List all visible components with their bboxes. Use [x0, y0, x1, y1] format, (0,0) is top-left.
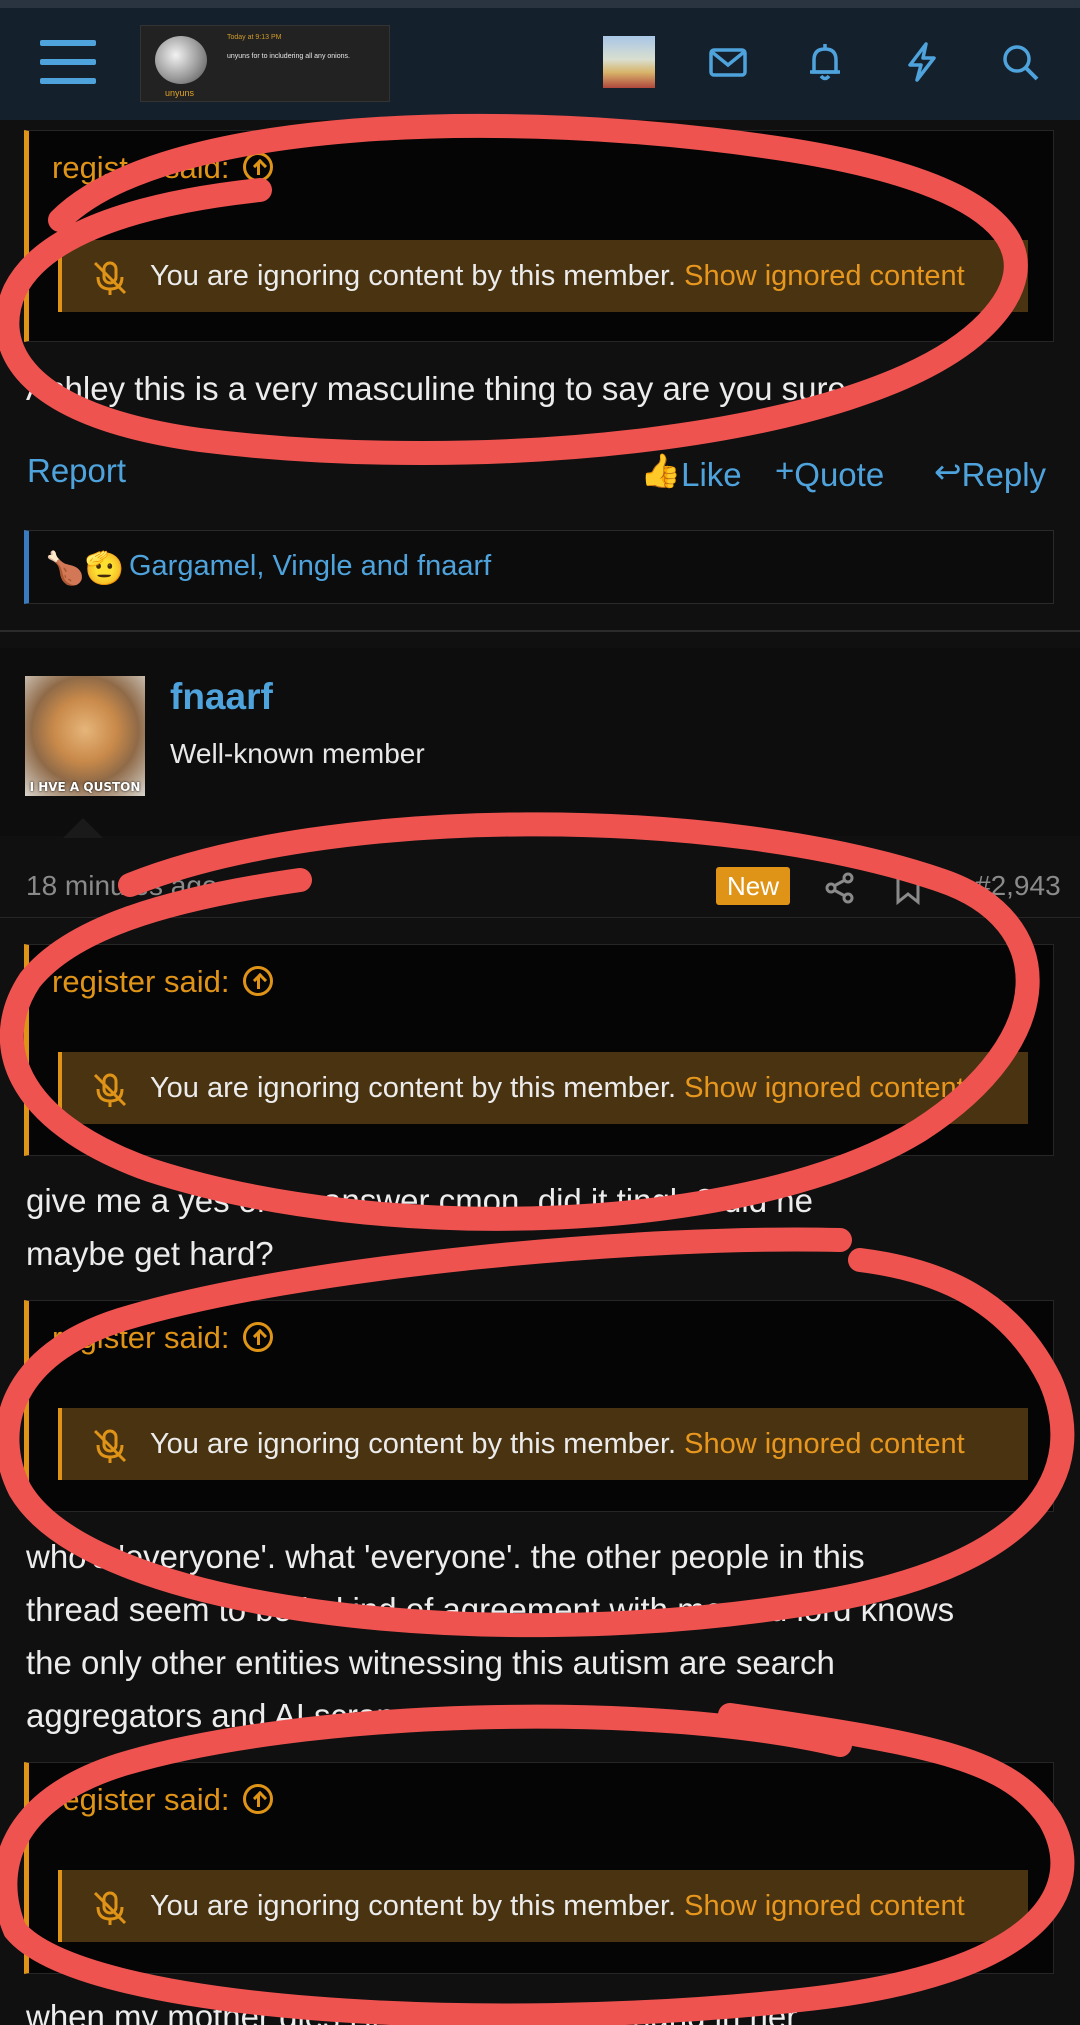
account-avatar[interactable]	[603, 36, 655, 88]
post-body: Ashley this is a very masculine thing to…	[26, 370, 856, 407]
reaction-emojis: 🍗🫡	[45, 550, 125, 586]
jump-to-quote-icon[interactable]	[243, 1321, 274, 1352]
like-button[interactable]: 👍 Like	[640, 452, 742, 493]
banner-name: unyuns	[165, 88, 195, 98]
post-body-line: thread seem to be in kind of agreement w…	[26, 1591, 955, 1628]
muted-icon	[93, 1073, 127, 1107]
user-info-bar	[0, 648, 1080, 836]
bell-icon[interactable]	[803, 40, 847, 84]
share-icon[interactable]	[822, 870, 858, 906]
show-ignored-link[interactable]: Show ignored content	[684, 1072, 965, 1104]
quote-author[interactable]: register said:	[52, 1320, 274, 1356]
post-time[interactable]: 18 minutes ago	[26, 870, 217, 902]
post-separator	[0, 630, 1080, 632]
ignore-message: You are ignoring content by this member.	[150, 1890, 677, 1922]
site-logo-banner[interactable]: unyuns Today at 9:13 PM unyuns for to in…	[140, 25, 390, 102]
post-meta: 18 minutes ago New #2,943	[0, 858, 1080, 918]
top-border	[0, 0, 1080, 8]
post-number[interactable]: #2,943	[975, 870, 1061, 902]
ignored-content-notice: You are ignoring content by this member.…	[58, 1870, 1028, 1942]
report-link[interactable]: Report	[27, 452, 126, 490]
search-icon[interactable]	[998, 40, 1042, 84]
whats-new-bolt-icon[interactable]	[900, 40, 944, 84]
user-title: Well-known member	[170, 738, 425, 769]
post-body-line: give me a yes or no answer cmon. did it …	[26, 1182, 813, 1219]
user-avatar[interactable]: I HVE A QUSTON	[25, 676, 145, 796]
jump-to-quote-icon[interactable]	[243, 151, 274, 182]
post-body-line: who's 'everyone'. what 'everyone'. the o…	[26, 1538, 865, 1575]
jump-to-quote-icon[interactable]	[243, 965, 274, 996]
post-actions: Report 👍 Like + Quote ↩ Reply	[0, 448, 1080, 498]
reply-button[interactable]: ↩ Reply	[934, 452, 1046, 493]
ignore-message: You are ignoring content by this member.	[150, 260, 677, 292]
ignore-message: You are ignoring content by this member.	[150, 1072, 677, 1104]
banner-time: Today at 9:13 PM	[227, 34, 282, 41]
quote-author[interactable]: register said:	[52, 964, 274, 1000]
jump-to-quote-icon[interactable]	[243, 1783, 274, 1814]
muted-icon	[93, 1891, 127, 1925]
reactions-bar[interactable]: 🍗🫡 Gargamel, Vingle and fnaarf	[24, 530, 1054, 604]
post-body-line: the only other entities witnessing this …	[26, 1644, 835, 1681]
ignored-content-notice: You are ignoring content by this member.…	[58, 1052, 1028, 1124]
banner-tagline: unyuns for to includering all any onions…	[227, 53, 350, 60]
user-pointer	[63, 818, 103, 838]
show-ignored-link[interactable]: Show ignored content	[684, 260, 965, 292]
inbox-icon[interactable]	[706, 40, 750, 84]
bookmark-icon[interactable]	[893, 870, 923, 906]
quote-author[interactable]: register said:	[52, 150, 274, 186]
ignored-content-notice: You are ignoring content by this member.…	[58, 1408, 1028, 1480]
show-ignored-link[interactable]: Show ignored content	[684, 1890, 965, 1922]
muted-icon	[93, 1429, 127, 1463]
new-badge: New	[716, 867, 790, 905]
post-body-line: when my mother dies I'll have a personal…	[26, 1998, 798, 2025]
ignored-content-notice: You are ignoring content by this member.…	[58, 240, 1028, 312]
quote-author[interactable]: register said:	[52, 1782, 274, 1818]
ignore-message: You are ignoring content by this member.	[150, 1428, 677, 1460]
reaction-users[interactable]: Gargamel, Vingle and fnaarf	[129, 550, 491, 583]
post-body-line: maybe get hard?	[26, 1235, 274, 1272]
quote-button[interactable]: + Quote	[775, 452, 884, 493]
muted-icon	[93, 261, 127, 295]
onion-logo	[155, 36, 207, 84]
app-header: unyuns Today at 9:13 PM unyuns for to in…	[0, 8, 1080, 120]
menu-icon[interactable]	[40, 40, 96, 86]
post-body-line: aggregators and AI scrapers	[26, 1697, 441, 1734]
username[interactable]: fnaarf	[170, 676, 273, 718]
show-ignored-link[interactable]: Show ignored content	[684, 1428, 965, 1460]
